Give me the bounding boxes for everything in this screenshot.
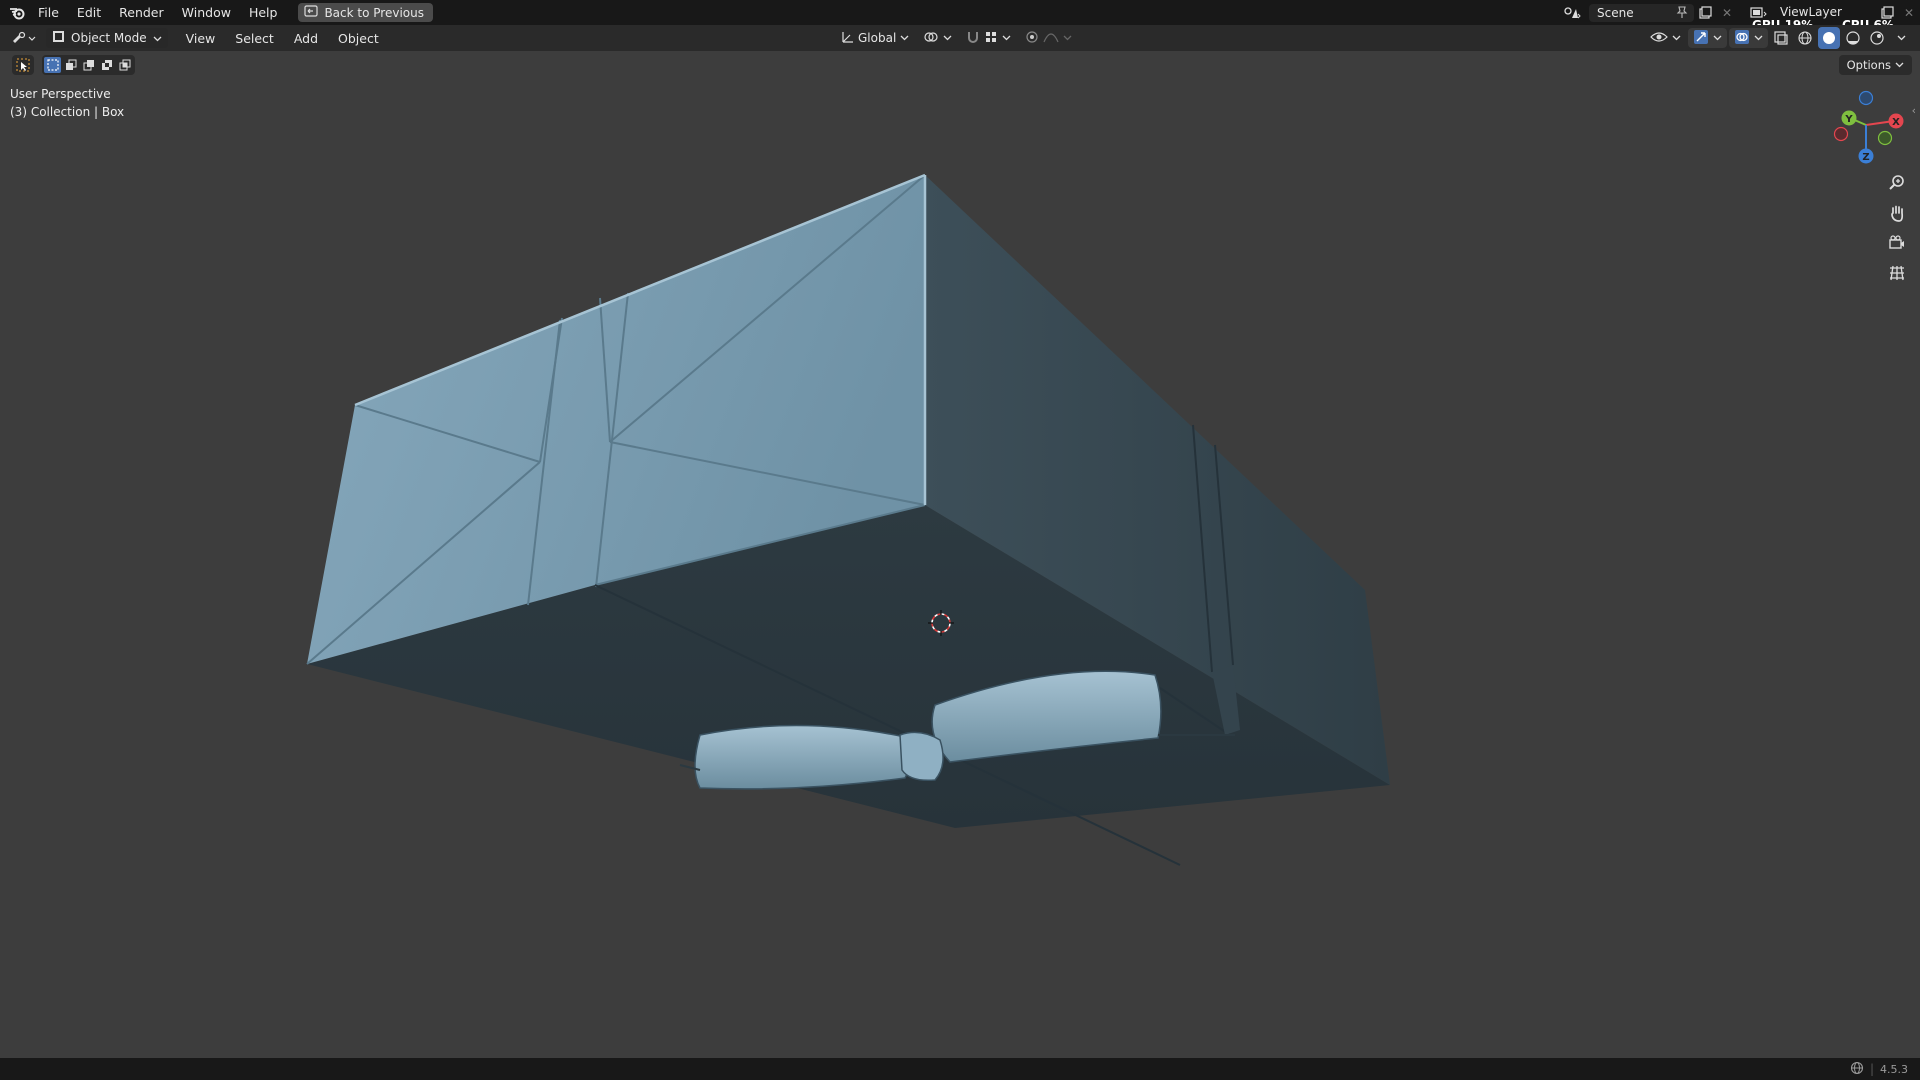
axis-y-label: Y bbox=[1844, 114, 1853, 125]
gizmo-icon bbox=[1693, 29, 1709, 48]
back-icon bbox=[304, 5, 319, 20]
editor-type-icon[interactable] bbox=[8, 27, 40, 49]
chevron-down-icon bbox=[153, 31, 162, 45]
tool-row bbox=[12, 54, 135, 76]
options-dropdown[interactable]: Options bbox=[1838, 55, 1912, 75]
delete-scene-icon[interactable]: ✕ bbox=[1716, 2, 1738, 24]
navigation-buttons bbox=[1883, 170, 1911, 286]
menu-file[interactable]: File bbox=[29, 0, 68, 25]
xray-icon[interactable] bbox=[1770, 27, 1792, 49]
menu-object[interactable]: Object bbox=[328, 31, 389, 46]
visibility-dropdown[interactable] bbox=[1645, 28, 1686, 48]
menu-window[interactable]: Window bbox=[173, 0, 240, 25]
camera-icon[interactable] bbox=[1883, 230, 1911, 256]
collection-info: (3) Collection | Box bbox=[10, 105, 125, 119]
menu-help[interactable]: Help bbox=[240, 0, 287, 25]
back-button-label: Back to Previous bbox=[324, 5, 424, 20]
status-bar: | 4.5.3 bbox=[0, 1058, 1920, 1080]
transform-orientation-label: Global bbox=[858, 31, 897, 45]
back-to-previous-button[interactable]: Back to Previous bbox=[298, 3, 433, 22]
scene-icon[interactable] bbox=[1561, 2, 1583, 24]
axis-neg-x-icon[interactable] bbox=[1833, 126, 1849, 142]
new-scene-icon[interactable] bbox=[1694, 2, 1716, 24]
viewport-header: Object Mode View Select Add Object Globa… bbox=[0, 25, 1920, 51]
scene-name: Scene bbox=[1597, 5, 1634, 20]
menu-edit[interactable]: Edit bbox=[68, 0, 110, 25]
proportional-edit-dropdown[interactable] bbox=[1020, 28, 1077, 48]
select-intersect-button[interactable] bbox=[116, 57, 133, 73]
viewport-display-tools bbox=[1645, 25, 1912, 51]
shading-solid-icon[interactable] bbox=[1818, 27, 1840, 49]
axis-neg-z-icon[interactable] bbox=[1858, 90, 1874, 106]
pin-icon[interactable] bbox=[1676, 5, 1688, 22]
shading-wireframe-icon[interactable] bbox=[1794, 27, 1816, 49]
select-difference-button[interactable] bbox=[98, 57, 115, 73]
version-label: 4.5.3 bbox=[1880, 1062, 1908, 1076]
viewlayer-name: ViewLayer bbox=[1780, 5, 1842, 19]
pivot-icon bbox=[923, 30, 939, 47]
visibility-icon bbox=[1650, 30, 1668, 47]
scene-field[interactable]: Scene bbox=[1589, 3, 1694, 22]
view-name: User Perspective bbox=[10, 87, 111, 101]
select-tool-icon[interactable] bbox=[12, 55, 34, 75]
navigation-gizmo[interactable]: X Y Z bbox=[1820, 85, 1910, 165]
delete-viewlayer-icon[interactable]: ✕ bbox=[1898, 2, 1920, 24]
pan-hand-icon[interactable] bbox=[1883, 200, 1911, 226]
select-extend-button[interactable] bbox=[62, 57, 79, 73]
pivot-dropdown[interactable] bbox=[918, 28, 957, 48]
axis-neg-y-icon[interactable] bbox=[1877, 130, 1893, 146]
zoom-icon[interactable] bbox=[1883, 170, 1911, 196]
shading-material-icon[interactable] bbox=[1842, 27, 1864, 49]
falloff-icon bbox=[1043, 30, 1059, 47]
blender-logo-icon[interactable] bbox=[5, 0, 29, 25]
grid-icon[interactable] bbox=[1883, 260, 1911, 286]
snap-icon bbox=[966, 30, 980, 47]
menu-select[interactable]: Select bbox=[225, 31, 284, 46]
viewport-canvas[interactable] bbox=[0, 51, 1920, 1058]
snap-grid-icon bbox=[984, 30, 998, 47]
transform-tools: Global bbox=[835, 25, 1077, 51]
object-mode-label: Object Mode bbox=[71, 31, 147, 45]
network-icon[interactable] bbox=[1850, 1061, 1864, 1078]
status-divider: | bbox=[1869, 1062, 1874, 1076]
menu-render[interactable]: Render bbox=[110, 0, 173, 25]
overlay-toggle[interactable] bbox=[1729, 28, 1768, 48]
menu-add[interactable]: Add bbox=[284, 31, 328, 46]
menu-view[interactable]: View bbox=[176, 31, 226, 46]
shading-options-chevron-icon[interactable] bbox=[1890, 27, 1912, 49]
select-subtract-button[interactable] bbox=[80, 57, 97, 73]
sidebar-toggle-icon[interactable]: ‹ bbox=[1912, 104, 1916, 117]
selection-mode-group bbox=[42, 55, 135, 75]
shading-rendered-icon[interactable] bbox=[1866, 27, 1888, 49]
transform-orientation-dropdown[interactable]: Global bbox=[835, 28, 914, 48]
transform-orientation-icon bbox=[840, 30, 854, 47]
select-set-button[interactable] bbox=[44, 57, 61, 73]
object-mode-dropdown[interactable]: Object Mode bbox=[46, 28, 168, 48]
proportional-icon bbox=[1025, 30, 1039, 47]
snap-dropdown[interactable] bbox=[961, 28, 1016, 48]
axis-z-label: Z bbox=[1862, 152, 1869, 163]
gizmo-toggle[interactable] bbox=[1688, 28, 1727, 48]
object-mode-icon bbox=[52, 30, 65, 46]
overlay-icon bbox=[1734, 29, 1750, 48]
top-bar: File Edit Render Window Help Back to Pre… bbox=[0, 0, 1920, 32]
options-label: Options bbox=[1846, 58, 1891, 72]
axis-x-label: X bbox=[1892, 117, 1900, 128]
